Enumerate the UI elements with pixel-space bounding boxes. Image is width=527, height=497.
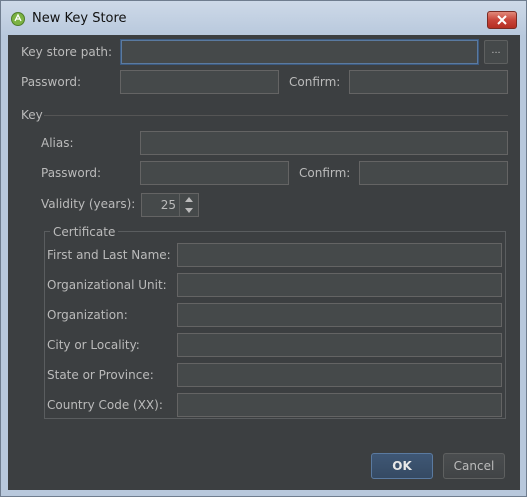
country-code-label: Country Code (XX): (47, 398, 163, 412)
state-province-input[interactable] (177, 363, 502, 387)
title-bar[interactable]: New Key Store (1, 1, 526, 35)
key-password-input[interactable] (140, 161, 289, 185)
key-section-divider (44, 115, 508, 116)
key-store-path-label: Key store path: (21, 45, 113, 59)
keystore-password-label: Password: (21, 75, 82, 89)
first-last-name-label: First and Last Name: (47, 248, 171, 262)
key-confirm-label: Confirm: (299, 166, 351, 180)
android-studio-icon (11, 12, 25, 26)
validity-value[interactable]: 25 (161, 198, 176, 212)
spinner-buttons (179, 194, 198, 216)
new-key-store-dialog: New Key Store Key store path: ... Passwo… (0, 0, 527, 497)
keystore-confirm-input[interactable] (349, 70, 508, 94)
organizational-unit-label: Organizational Unit: (47, 278, 167, 292)
window-title: New Key Store (32, 11, 127, 26)
ok-button[interactable]: OK (371, 453, 433, 479)
close-button[interactable] (487, 11, 517, 29)
browse-button[interactable]: ... (484, 40, 508, 64)
decrement-button[interactable] (180, 205, 198, 216)
country-code-input[interactable] (177, 393, 502, 417)
alias-label: Alias: (41, 136, 74, 150)
city-locality-label: City or Locality: (47, 338, 140, 352)
arrow-up-icon (185, 197, 193, 202)
key-store-path-input[interactable] (121, 40, 478, 64)
close-icon (497, 15, 507, 25)
key-password-label: Password: (41, 166, 102, 180)
keystore-confirm-label: Confirm: (289, 75, 341, 89)
organization-input[interactable] (177, 303, 502, 327)
increment-button[interactable] (180, 194, 198, 205)
organization-label: Organization: (47, 308, 128, 322)
dialog-content: Key store path: ... Password: Confirm: K… (8, 35, 520, 490)
validity-label: Validity (years): (41, 197, 136, 211)
keystore-password-input[interactable] (120, 70, 279, 94)
state-province-label: State or Province: (47, 368, 154, 382)
validity-spinner[interactable]: 25 (141, 193, 199, 217)
key-confirm-input[interactable] (359, 161, 508, 185)
alias-input[interactable] (140, 131, 508, 155)
cancel-button[interactable]: Cancel (443, 453, 505, 479)
arrow-down-icon (185, 208, 193, 213)
certificate-section-title: Certificate (50, 225, 119, 239)
city-locality-input[interactable] (177, 333, 502, 357)
first-last-name-input[interactable] (177, 243, 502, 267)
key-section-title: Key (21, 108, 43, 122)
organizational-unit-input[interactable] (177, 273, 502, 297)
